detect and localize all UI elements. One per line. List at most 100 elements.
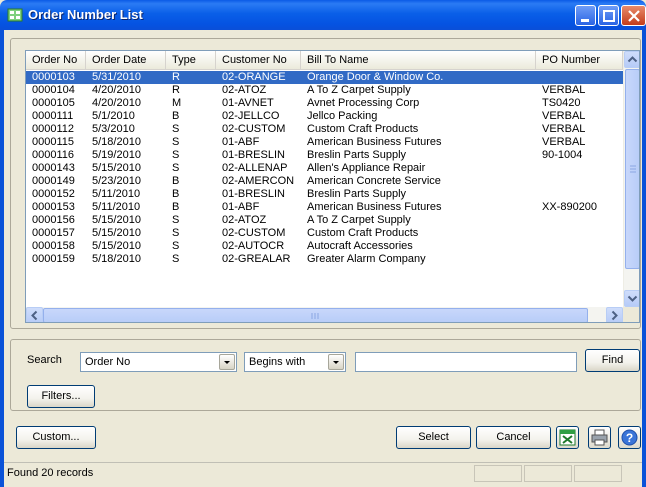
maximize-button[interactable] xyxy=(598,5,619,26)
table-row[interactable]: 0000159 5/18/2010 S 02-GREALAR Greater Alarm… xyxy=(26,253,623,266)
cell-order-date: 5/19/2010 xyxy=(92,149,141,161)
table-row[interactable]: 0000152 5/11/2010 B 01-BRESLIN Breslin Parts… xyxy=(26,188,623,201)
order-list-view[interactable]: Order No Order Date Type Customer No Bil… xyxy=(25,50,640,323)
cell-bill-to-name: American Business Futures xyxy=(307,201,442,213)
cell-type: S xyxy=(172,227,180,239)
select-button[interactable]: Select xyxy=(396,426,471,449)
cell-type: B xyxy=(172,201,180,213)
help-icon: ? xyxy=(619,429,640,451)
column-header-po-number[interactable]: PO Number xyxy=(536,51,623,70)
table-row[interactable]: 0000104 4/20/2010 R 02-ATOZ A To Z Carpet Su… xyxy=(26,84,623,97)
printer-icon xyxy=(589,429,610,451)
cell-order-date: 5/1/2010 xyxy=(92,110,135,122)
column-header-customer-no[interactable]: Customer No xyxy=(216,51,301,70)
window-frame-right xyxy=(642,30,646,487)
cancel-button[interactable]: Cancel xyxy=(476,426,551,449)
cell-order-no: 0000156 xyxy=(32,214,75,226)
cell-order-no: 0000152 xyxy=(32,188,75,200)
order-list-app-icon xyxy=(7,7,23,23)
horizontal-scrollbar[interactable] xyxy=(26,307,623,322)
find-button[interactable]: Find xyxy=(585,349,640,372)
table-row[interactable]: 0000115 5/18/2010 S 01-ABF American Business… xyxy=(26,136,623,149)
cell-order-date: 4/20/2010 xyxy=(92,84,141,96)
table-row[interactable]: 0000105 4/20/2010 M 01-AVNET Avnet Processin… xyxy=(26,97,623,110)
cell-order-date: 5/18/2010 xyxy=(92,136,141,148)
cell-type: S xyxy=(172,123,180,135)
cell-bill-to-name: Custom Craft Products xyxy=(307,227,419,239)
window-frame-left xyxy=(0,30,4,487)
vertical-scrollbar[interactable] xyxy=(623,51,639,307)
search-operator-select[interactable]: Begins with xyxy=(244,352,346,372)
cell-order-date: 5/11/2010 xyxy=(92,201,141,213)
custom-button-label: Custom... xyxy=(32,431,80,443)
cell-po-number: TS0420 xyxy=(542,97,581,109)
cell-order-date: 5/15/2010 xyxy=(92,240,141,252)
list-header: Order No Order Date Type Customer No Bil… xyxy=(26,51,623,70)
table-row[interactable]: 0000103 5/31/2010 R 02-ORANGE Orange Door & … xyxy=(26,71,623,84)
column-header-order-date[interactable]: Order Date xyxy=(86,51,166,70)
cell-customer-no: 01-AVNET xyxy=(222,97,274,109)
cell-bill-to-name: Breslin Parts Supply xyxy=(307,188,407,200)
cell-order-no: 0000115 xyxy=(32,136,75,148)
table-row[interactable]: 0000143 5/15/2010 S 02-ALLENAP Allen's Appli… xyxy=(26,162,623,175)
search-field-value: Order No xyxy=(85,356,131,368)
cell-customer-no: 02-ALLENAP xyxy=(222,162,288,174)
cell-type: S xyxy=(172,240,180,252)
column-header-order-no[interactable]: Order No xyxy=(26,51,86,70)
help-button[interactable]: ? xyxy=(618,426,641,449)
cell-type: S xyxy=(172,162,180,174)
cell-bill-to-name: Custom Craft Products xyxy=(307,123,419,135)
search-label: Search xyxy=(27,354,62,366)
cell-bill-to-name: Avnet Processing Corp xyxy=(307,97,420,109)
search-field-select[interactable]: Order No xyxy=(80,352,237,372)
cell-order-no: 0000157 xyxy=(32,227,75,239)
cell-po-number: XX-890200 xyxy=(542,201,598,213)
table-row[interactable]: 0000153 5/11/2010 B 01-ABF American Business… xyxy=(26,201,623,214)
scroll-down-button[interactable] xyxy=(624,290,639,307)
excel-export-button[interactable] xyxy=(556,426,579,449)
close-button[interactable] xyxy=(621,5,646,26)
cell-customer-no: 01-ABF xyxy=(222,201,260,213)
status-panel-1 xyxy=(474,465,522,482)
cell-order-date: 4/20/2010 xyxy=(92,97,141,109)
minimize-button[interactable] xyxy=(575,5,596,26)
search-field-dropdown-button[interactable] xyxy=(219,354,235,370)
table-row[interactable]: 0000116 5/19/2010 S 01-BRESLIN Breslin Parts… xyxy=(26,149,623,162)
column-header-type[interactable]: Type xyxy=(166,51,216,70)
scroll-left-button[interactable] xyxy=(26,307,43,322)
table-row[interactable]: 0000157 5/15/2010 S 02-CUSTOM Custom Craft P… xyxy=(26,227,623,240)
cell-order-no: 0000111 xyxy=(32,110,74,122)
cell-order-date: 5/15/2010 xyxy=(92,162,141,174)
vertical-scroll-thumb[interactable] xyxy=(625,69,639,269)
table-row[interactable]: 0000112 5/3/2010 S 02-CUSTOM Custom Craft Pr… xyxy=(26,123,623,136)
cell-customer-no: 02-AUTOCR xyxy=(222,240,285,252)
table-row[interactable]: 0000111 5/1/2010 B 02-JELLCO Jellco Packing V… xyxy=(26,110,623,123)
cell-type: B xyxy=(172,175,180,187)
status-bar: Found 20 records xyxy=(4,462,642,483)
cell-order-date: 5/23/2010 xyxy=(92,175,141,187)
window-title: Order Number List xyxy=(28,7,143,22)
cell-po-number: VERBAL xyxy=(542,136,586,148)
excel-export-icon xyxy=(557,429,578,451)
scroll-up-button[interactable] xyxy=(624,51,639,68)
search-text-input[interactable] xyxy=(355,352,577,372)
select-button-label: Select xyxy=(418,431,449,443)
title-bar[interactable]: Order Number List xyxy=(0,0,646,30)
find-button-label: Find xyxy=(601,354,624,366)
search-operator-dropdown-button[interactable] xyxy=(328,354,344,370)
cell-type: S xyxy=(172,149,180,161)
horizontal-scroll-thumb[interactable] xyxy=(43,308,588,322)
table-row[interactable]: 0000149 5/23/2010 B 02-AMERCON American Conc… xyxy=(26,175,623,188)
print-button[interactable] xyxy=(588,426,611,449)
filters-button[interactable]: Filters... xyxy=(27,385,95,408)
search-group-panel xyxy=(10,339,641,411)
column-header-bill-to-name[interactable]: Bill To Name xyxy=(301,51,536,70)
status-panel-2 xyxy=(524,465,572,482)
table-row[interactable]: 0000158 5/15/2010 S 02-AUTOCR Autocraft Acce… xyxy=(26,240,623,253)
cell-type: S xyxy=(172,136,180,148)
table-row[interactable]: 0000156 5/15/2010 S 02-ATOZ A To Z Carpet Su… xyxy=(26,214,623,227)
custom-button[interactable]: Custom... xyxy=(16,426,96,449)
scroll-right-button[interactable] xyxy=(606,307,623,322)
status-text: Found 20 records xyxy=(7,467,94,479)
cell-customer-no: 02-CUSTOM xyxy=(222,123,286,135)
